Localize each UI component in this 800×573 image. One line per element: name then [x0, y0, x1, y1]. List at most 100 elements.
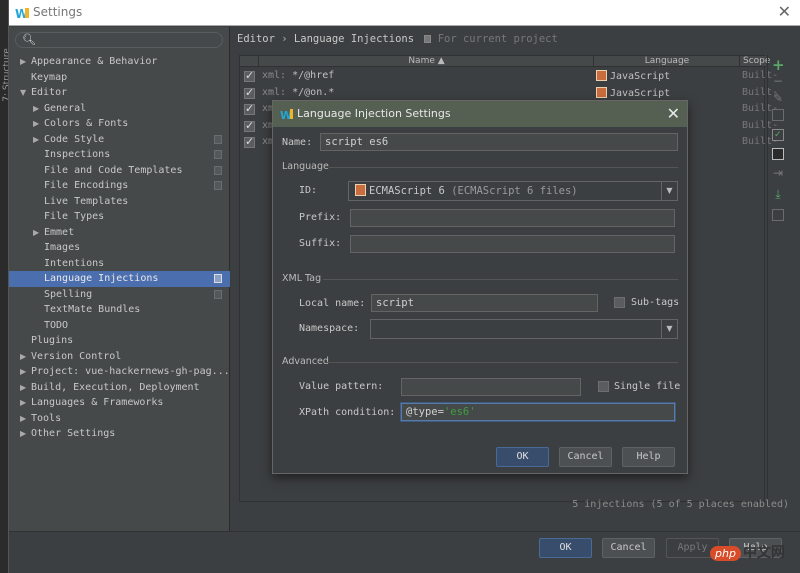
dialog-ok-button[interactable]: OK: [496, 447, 549, 467]
sidebar-item[interactable]: Plugins: [9, 333, 230, 349]
sidebar-item[interactable]: TODO: [9, 318, 230, 334]
chevron-right-icon[interactable]: ▶: [33, 225, 39, 241]
sidebar-item-label: Version Control: [31, 350, 122, 362]
namespace-select[interactable]: ▼: [370, 319, 678, 339]
sidebar-item[interactable]: ▶ Tools: [9, 411, 230, 427]
column-header-name[interactable]: Name ▲: [260, 56, 594, 67]
id-label: ID:: [299, 185, 318, 196]
sidebar-item[interactable]: ▶ Appearance & Behavior: [9, 54, 230, 70]
dialog-help-button[interactable]: Help: [622, 447, 675, 467]
sidebar-item[interactable]: ▼ Editor: [9, 85, 230, 101]
chevron-right-icon[interactable]: ▶: [20, 395, 26, 411]
chevron-down-icon[interactable]: ▼: [20, 85, 26, 101]
name-field[interactable]: script es6: [320, 133, 678, 151]
advanced-section-label: Advanced: [282, 356, 329, 367]
search-input[interactable]: 🔍︎: [15, 32, 223, 48]
sidebar-item[interactable]: File and Code Templates: [9, 163, 230, 179]
language-id-select[interactable]: ECMAScript 6 (ECMAScript 6 files) ▼: [348, 181, 678, 201]
sidebar-item[interactable]: ▶ Code Style: [9, 132, 230, 148]
chevron-right-icon[interactable]: ▶: [20, 364, 26, 380]
sidebar-item[interactable]: ▶ Build, Execution, Deployment: [9, 380, 230, 396]
suffix-field[interactable]: [350, 235, 675, 253]
chevron-down-icon[interactable]: ▼: [661, 320, 677, 338]
chevron-right-icon[interactable]: ▶: [20, 349, 26, 365]
close-icon[interactable]: ✕: [778, 2, 791, 21]
sub-tags-checkbox[interactable]: [614, 297, 625, 308]
chevron-right-icon[interactable]: ▶: [20, 426, 26, 442]
sidebar-item[interactable]: Intentions: [9, 256, 230, 272]
value-pattern-field[interactable]: [401, 378, 581, 396]
disable-icon[interactable]: [772, 148, 784, 160]
local-name-field[interactable]: script: [371, 294, 598, 312]
sidebar-item[interactable]: ▶ Other Settings: [9, 426, 230, 442]
chevron-right-icon[interactable]: ▶: [20, 380, 26, 396]
injection-name: xml: */@href: [262, 70, 334, 81]
sidebar-item[interactable]: Keymap: [9, 70, 230, 86]
sidebar-item-label: File and Code Templates: [44, 164, 183, 176]
sidebar-item[interactable]: ▶ Version Control: [9, 349, 230, 365]
injection-pattern: */@href: [292, 70, 335, 81]
enabled-checkbox[interactable]: [244, 86, 255, 99]
table-toolbar: + − ✎ ⇥ ⤓: [767, 55, 787, 502]
sidebar-item[interactable]: Live Templates: [9, 194, 230, 210]
sidebar-item-label: File Types: [44, 211, 105, 222]
advanced-icon[interactable]: [772, 209, 784, 221]
local-name-label: Local name:: [299, 298, 366, 309]
sidebar-item-label: TODO: [44, 319, 69, 331]
sidebar-item[interactable]: ▶ Emmet: [9, 225, 230, 241]
project-scope-icon: [214, 134, 222, 144]
sidebar-item[interactable]: TextMate Bundles: [9, 302, 230, 318]
sidebar-item[interactable]: ▶ Colors & Fonts: [9, 116, 230, 132]
column-header-enabled[interactable]: [240, 56, 259, 67]
enable-icon[interactable]: [772, 129, 784, 141]
sidebar-item-label: Project: vue-hackernews-gh-pag...: [31, 366, 230, 377]
language-divider: [329, 167, 678, 168]
table-header: Name ▲ Language Scope: [240, 56, 770, 67]
project-scope-icon: [214, 274, 222, 283]
table-row[interactable]: xml: */@on.*JavaScriptBuilt-: [240, 85, 778, 102]
sidebar-item[interactable]: Images: [9, 240, 230, 256]
enabled-checkbox[interactable]: [244, 135, 255, 148]
webstorm-logo-icon: W: [280, 109, 293, 121]
chevron-right-icon[interactable]: ▶: [33, 132, 39, 148]
xpath-condition-field[interactable]: @type='es6': [401, 403, 675, 421]
chevron-right-icon[interactable]: ▶: [20, 54, 26, 70]
injections-status: 5 injections (5 of 5 places enabled): [572, 499, 789, 510]
sidebar-item-label: Tools: [31, 412, 62, 424]
copy-icon[interactable]: [772, 109, 784, 121]
edit-icon[interactable]: ✎: [772, 92, 784, 104]
chevron-down-icon[interactable]: ▼: [661, 182, 677, 200]
sidebar-item-label: Appearance & Behavior: [31, 56, 158, 67]
project-scope-icon: [214, 289, 222, 299]
prefix-field[interactable]: [350, 209, 675, 227]
search-icon: 🔍︎: [22, 33, 36, 46]
chevron-right-icon[interactable]: ▶: [33, 101, 39, 117]
export-icon[interactable]: ⤓: [772, 188, 784, 200]
sidebar-item[interactable]: ▶ General: [9, 101, 230, 117]
sidebar-item[interactable]: Language Injections: [9, 271, 230, 287]
remove-icon[interactable]: −: [772, 75, 784, 87]
import-icon[interactable]: ⇥: [772, 167, 784, 179]
dialog-cancel-button[interactable]: Cancel: [559, 447, 612, 467]
enabled-checkbox[interactable]: [244, 119, 255, 132]
ok-button[interactable]: OK: [539, 538, 592, 558]
cancel-button[interactable]: Cancel: [602, 538, 655, 558]
chevron-right-icon[interactable]: ▶: [33, 116, 39, 132]
injection-name: xml: */@on.*: [262, 87, 334, 98]
chevron-right-icon[interactable]: ▶: [20, 411, 26, 427]
breadcrumb-current: Language Injections: [293, 33, 415, 45]
add-icon[interactable]: +: [772, 58, 785, 73]
sidebar-item[interactable]: ▶ Project: vue-hackernews-gh-pag...: [9, 364, 230, 380]
table-row[interactable]: xml: */@hrefJavaScriptBuilt-: [240, 68, 778, 85]
injection-prefix: xml:: [262, 70, 287, 81]
sidebar-item[interactable]: ▶ Languages & Frameworks: [9, 395, 230, 411]
enabled-checkbox[interactable]: [244, 102, 255, 115]
sidebar-item[interactable]: Spelling: [9, 287, 230, 303]
column-header-language[interactable]: Language: [595, 56, 740, 67]
dialog-close-icon[interactable]: ✕: [667, 104, 680, 123]
sidebar-item[interactable]: File Encodings: [9, 178, 230, 194]
sidebar-item[interactable]: File Types: [9, 209, 230, 225]
sidebar-item[interactable]: Inspections: [9, 147, 230, 163]
single-file-checkbox[interactable]: [598, 381, 609, 392]
enabled-checkbox[interactable]: [244, 69, 255, 82]
